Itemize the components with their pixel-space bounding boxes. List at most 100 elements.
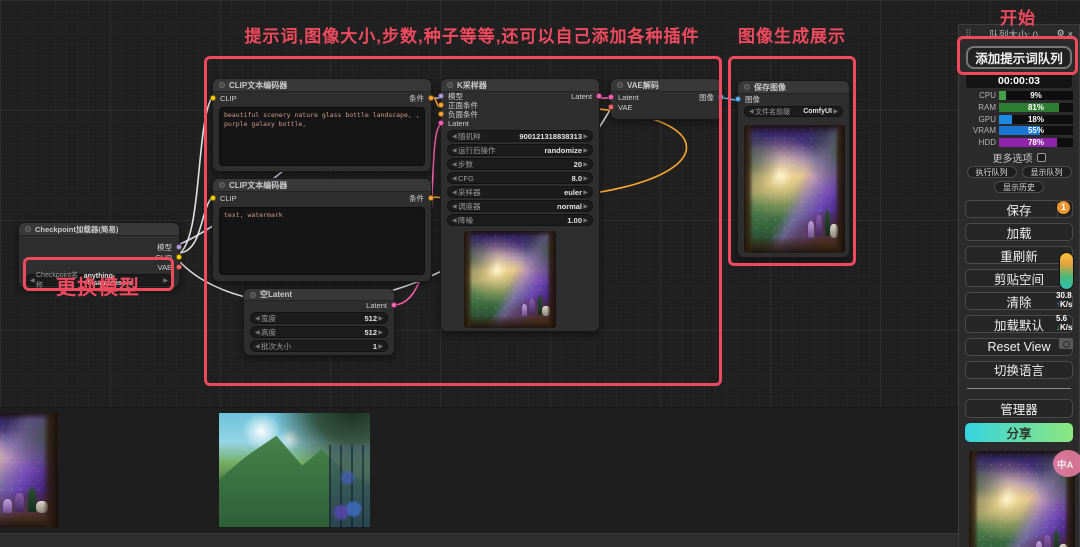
more-options-row[interactable]: 更多选项 (965, 150, 1073, 165)
taskbar[interactable] (0, 533, 1080, 547)
node-title-bar[interactable]: K采样器 (441, 79, 599, 92)
manager-button[interactable]: 管理器 (965, 398, 1073, 418)
clip-port[interactable] (210, 195, 216, 201)
control-after-generate-widget[interactable]: 运行后操作 randomize (447, 144, 593, 156)
image-port[interactable] (718, 94, 724, 100)
collapse-dot-icon[interactable] (447, 82, 453, 88)
port-label: CLIP (220, 93, 237, 103)
widget-value: normal (556, 201, 582, 211)
collapse-dot-icon[interactable] (25, 226, 31, 232)
batch-size-widget[interactable]: 批次大小 1 (250, 340, 388, 352)
node-title: CLIP文本编码器 (229, 180, 288, 190)
load-button[interactable]: 加载 (965, 223, 1073, 242)
meter-label: HDD (978, 137, 996, 147)
node-title-bar[interactable]: 空Latent (244, 289, 394, 301)
comfyui-canvas[interactable]: Checkpoint加载器(简易) 模型 CLIP VAE Checkpoint… (0, 0, 1080, 547)
latent-port[interactable] (391, 302, 397, 308)
port-row: Latent 图像 (608, 92, 724, 102)
reset-view-button[interactable]: Reset View (965, 338, 1073, 356)
collapse-dot-icon[interactable] (250, 291, 256, 298)
show-queue-button[interactable]: 显示队列 (1021, 166, 1072, 179)
height-widget[interactable]: 高度 512 (250, 326, 388, 338)
denoise-widget[interactable]: 降噪 1.00 (447, 214, 593, 226)
meter-value: 18% (1027, 114, 1044, 124)
prompt-textarea[interactable]: text, watermark (219, 207, 425, 275)
ime-floating-badge[interactable]: 中A (1053, 450, 1080, 477)
widget-value: 512 (364, 327, 377, 337)
camera-icon[interactable] (1059, 338, 1073, 349)
gallery-thumbnail-middle[interactable] (219, 413, 370, 527)
conditioning-port[interactable] (438, 111, 444, 117)
drag-handle-icon[interactable]: ⠿ (965, 28, 972, 39)
collapse-dot-icon[interactable] (219, 82, 225, 88)
latent-port[interactable] (596, 93, 602, 99)
port-label: Latent (571, 92, 592, 101)
model-port[interactable] (438, 93, 444, 99)
annotation-top: 提示词,图像大小,步数,种子等等,还可以自己添加各种插件 (244, 27, 700, 46)
node-title-bar[interactable]: VAE解码 (611, 79, 721, 92)
switch-language-button[interactable]: 切换语言 (965, 360, 1073, 379)
clipspace-button[interactable]: 剪贴空间 (965, 269, 1073, 288)
node-empty-latent[interactable]: 空Latent Latent 宽度 512 高度 512 批次大小 1 (243, 288, 397, 356)
widget-label: 降噪 (458, 215, 473, 225)
close-icon[interactable]: × (1068, 29, 1073, 39)
more-options-label: 更多选项 (992, 153, 1033, 165)
port-row: VAE (608, 102, 721, 112)
seed-widget[interactable]: 随机种 900121318838313 (447, 130, 593, 142)
port-label: CLIP (155, 252, 172, 262)
node-save-image[interactable]: 保存图像 图像 文件名前缀 ComfyUI (735, 80, 850, 258)
vae-port[interactable] (608, 104, 614, 110)
meter-label: VRAM (972, 126, 996, 136)
latent-port[interactable] (438, 120, 444, 126)
scheduler-widget[interactable]: 调度器 normal (447, 200, 593, 212)
port-label: Latent (618, 92, 639, 102)
conditioning-port[interactable] (438, 102, 444, 108)
node-title-bar[interactable]: CLIP文本编码器 (213, 79, 431, 92)
meter-label: CPU (979, 91, 996, 101)
collapse-dot-icon[interactable] (744, 84, 750, 90)
port-label: VAE (157, 262, 172, 272)
filename-prefix-widget[interactable]: 文件名前缀 ComfyUI (744, 106, 843, 117)
collapse-dot-icon[interactable] (219, 182, 225, 188)
node-title-bar[interactable]: Checkpoint加载器(简易) (19, 223, 179, 236)
refresh-button[interactable]: 重刷新 (965, 246, 1073, 265)
widget-value: euler (564, 187, 582, 197)
show-history-button[interactable]: 显示历史 (994, 181, 1044, 194)
node-title-bar[interactable]: 保存图像 (738, 81, 849, 94)
wire-clip-negative (179, 196, 213, 254)
gallery-thumbnail-left[interactable] (0, 413, 58, 527)
collapse-dot-icon[interactable] (617, 82, 623, 88)
width-widget[interactable]: 宽度 512 (250, 312, 388, 324)
widget-value: 512 (364, 313, 377, 323)
conditioning-port[interactable] (428, 95, 434, 101)
model-port[interactable] (176, 244, 182, 250)
image-port[interactable] (735, 96, 741, 102)
cfg-widget[interactable]: CFG 8.0 (447, 172, 593, 184)
view-queue-button[interactable]: 执行队列 (966, 166, 1017, 179)
clip-port[interactable] (210, 95, 216, 101)
node-vae-decode[interactable]: VAE解码 Latent 图像 VAE (608, 78, 724, 120)
temperature-gradient-bar (1059, 252, 1074, 290)
annotation-start: 开始 (1000, 9, 1036, 28)
gallery-region (0, 407, 1080, 533)
node-ksampler[interactable]: K采样器 模型 Latent 正面条件 负面条件 Latent 随机种90012… (438, 78, 602, 332)
queue-prompt-button[interactable]: 添加提示词队列 (966, 46, 1072, 69)
node-title-bar[interactable]: CLIP文本编码器 (213, 179, 431, 192)
clip-port[interactable] (176, 254, 182, 260)
gear-icon[interactable]: ⚙ (1057, 28, 1065, 39)
node-clip-text-encode-positive[interactable]: CLIP文本编码器 CLIP 条件 beautiful scenery natu… (210, 78, 434, 172)
prompt-textarea[interactable]: beautiful scenery nature glass bottle la… (219, 107, 425, 166)
widget-label: 运行后操作 (458, 145, 496, 155)
share-button[interactable]: 分享 (965, 422, 1073, 442)
conditioning-port[interactable] (428, 195, 434, 201)
widget-label: CFG (458, 173, 474, 183)
node-clip-text-encode-negative[interactable]: CLIP文本编码器 CLIP 条件 text, watermark (210, 178, 434, 282)
latent-port[interactable] (608, 94, 614, 100)
more-options-checkbox[interactable] (1036, 152, 1046, 162)
vae-port[interactable] (176, 264, 182, 270)
node-title: 保存图像 (754, 82, 786, 92)
meter-value: 81% (1027, 102, 1044, 112)
sampler-widget[interactable]: 采样器 euler (447, 186, 593, 198)
steps-widget[interactable]: 步数 20 (447, 158, 593, 170)
widget-value: 20 (573, 159, 582, 169)
